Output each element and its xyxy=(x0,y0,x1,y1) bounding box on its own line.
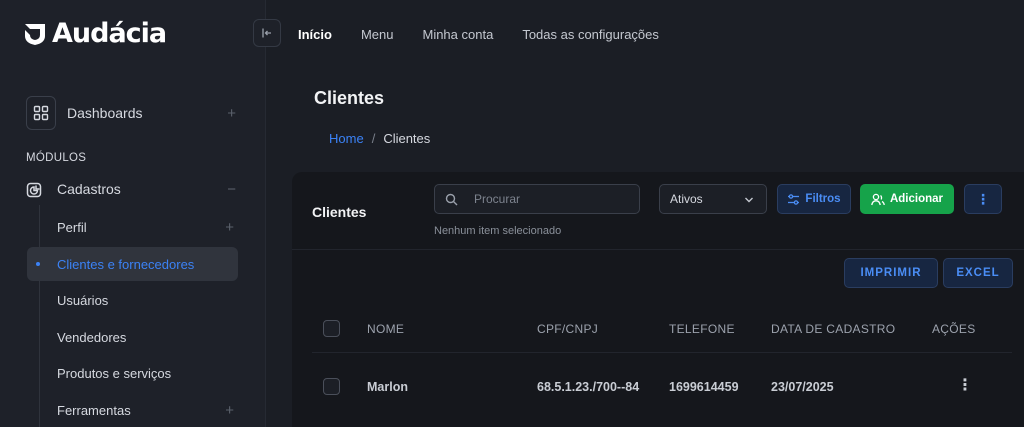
nav-configuracoes[interactable]: Todas as configurações xyxy=(522,27,659,42)
sidebar-item-clientes-fornecedores[interactable]: Clientes e fornecedores xyxy=(27,247,238,281)
nav-inicio[interactable]: Início xyxy=(298,27,332,42)
brand-logo[interactable]: Audácia xyxy=(22,18,167,49)
pie-chart-icon xyxy=(26,182,42,197)
add-button[interactable]: Adicionar xyxy=(860,184,954,214)
sidebar-section-title: MÓDULOS xyxy=(26,152,87,164)
more-options-button[interactable]: ⋮ xyxy=(964,184,1002,214)
breadcrumb-current: Clientes xyxy=(383,131,431,146)
chevron-down-icon xyxy=(745,197,753,203)
sidebar-item-label: Dashboards xyxy=(67,105,143,121)
page-title: Clientes xyxy=(314,88,385,108)
collapse-sidebar-button[interactable] xyxy=(253,19,281,47)
sidebar-item-produtos-servicos[interactable]: Produtos e serviços xyxy=(27,356,238,390)
sidebar-item-label: Usuários xyxy=(57,292,109,308)
sidebar-item-label: Ferramentas xyxy=(57,402,131,418)
row-actions-kebab-icon[interactable]: ⋮ xyxy=(957,378,973,394)
add-label: Adicionar xyxy=(889,193,944,205)
sidebar-item-vendedores[interactable]: Vendedores xyxy=(27,320,238,354)
search-input[interactable] xyxy=(474,192,624,206)
collapse-arrow-icon xyxy=(262,28,271,38)
sidebar-item-ferramentas[interactable]: Ferramentas + xyxy=(27,393,238,427)
add-user-icon xyxy=(871,193,885,205)
selection-status: Nenhum item selecionado xyxy=(434,225,562,237)
brand-name: Audácia xyxy=(52,18,167,49)
filters-button[interactable]: Filtros xyxy=(777,184,851,214)
column-header-data-cadastro[interactable]: DATA DE CADASTRO xyxy=(771,322,895,336)
minus-icon[interactable]: − xyxy=(227,181,236,198)
search-box[interactable] xyxy=(434,184,640,214)
nav-menu[interactable]: Menu xyxy=(361,27,394,42)
sidebar-item-usuarios[interactable]: Usuários xyxy=(27,283,238,317)
cell-nome[interactable]: Marlon xyxy=(367,380,408,394)
breadcrumb-home[interactable]: Home xyxy=(329,131,364,146)
card-title: Clientes xyxy=(312,204,367,220)
sidebar-item-label: Vendedores xyxy=(57,329,127,345)
nav-minha-conta[interactable]: Minha conta xyxy=(422,27,493,42)
active-dot-icon xyxy=(36,262,40,266)
cell-telefone: 1699614459 xyxy=(669,380,739,394)
cell-data-cadastro: 23/07/2025 xyxy=(771,380,834,394)
column-header-nome[interactable]: NOME xyxy=(367,322,404,336)
card-divider xyxy=(292,249,1024,250)
plus-icon[interactable]: + xyxy=(225,402,234,419)
sidebar-item-cadastros[interactable]: Cadastros − xyxy=(26,178,240,200)
status-select-value: Ativos xyxy=(670,192,703,206)
sidebar-item-perfil[interactable]: Perfil + xyxy=(27,210,238,244)
plus-icon[interactable]: + xyxy=(225,219,234,236)
sidebar-item-label: Produtos e serviços xyxy=(57,365,172,381)
kebab-icon: ⋮ xyxy=(976,190,990,207)
column-header-cpf-cnpj[interactable]: CPF/CNPJ xyxy=(537,322,598,336)
brand-shield-icon xyxy=(25,23,45,45)
search-icon xyxy=(445,193,458,205)
print-button[interactable]: IMPRIMIR xyxy=(844,258,938,288)
dashboard-icon xyxy=(26,96,56,130)
column-header-telefone[interactable]: TELEFONE xyxy=(669,322,735,336)
excel-button[interactable]: EXCEL xyxy=(943,258,1013,288)
filter-sliders-icon xyxy=(788,193,800,205)
row-checkbox[interactable] xyxy=(323,378,340,395)
column-header-acoes: AÇÕES xyxy=(932,322,976,336)
filters-label: Filtros xyxy=(805,193,841,205)
sidebar-item-dashboards[interactable]: Dashboards + xyxy=(26,95,240,131)
sidebar-item-label: Clientes e fornecedores xyxy=(57,256,195,272)
breadcrumb-separator: / xyxy=(371,131,376,146)
cell-cpf-cnpj: 68.5.1.23./700--84 xyxy=(537,380,640,394)
status-select[interactable]: Ativos xyxy=(659,184,767,214)
top-navigation: Início Menu Minha conta Todas as configu… xyxy=(298,0,688,68)
sidebar-item-label: Cadastros xyxy=(57,181,121,197)
plus-icon[interactable]: + xyxy=(227,105,236,122)
select-all-checkbox[interactable] xyxy=(323,320,340,337)
sidebar: Audácia Dashboards + MÓDULOS Cadastros −… xyxy=(0,0,266,427)
sidebar-item-label: Perfil xyxy=(57,219,87,235)
breadcrumb: Home / Clientes xyxy=(329,131,430,146)
table-divider xyxy=(312,352,1012,353)
clients-card: Clientes Nenhum item selecionado Ativos … xyxy=(292,172,1024,427)
